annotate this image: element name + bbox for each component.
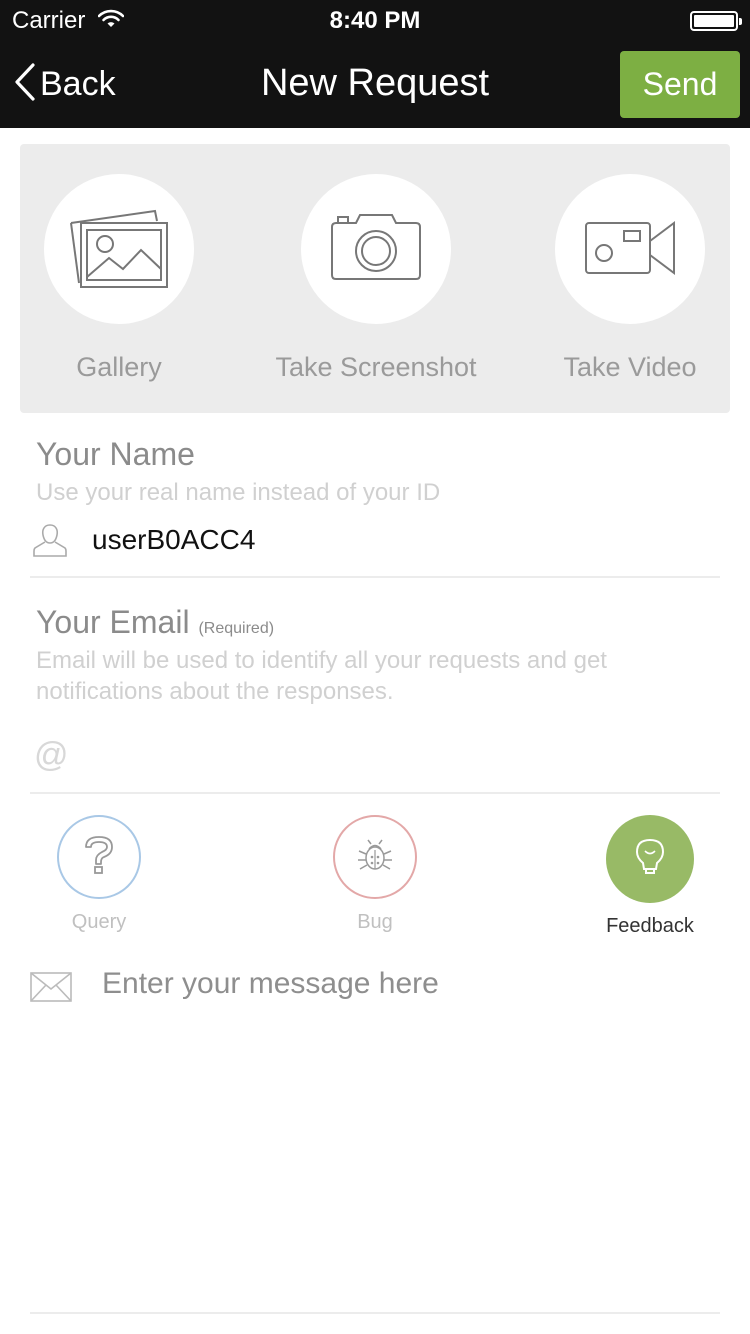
gallery-button[interactable]: Gallery [0, 174, 239, 383]
navigation-bar: Back New Request Send [0, 40, 750, 128]
gallery-label: Gallery [76, 352, 162, 382]
email-title: Your Email [36, 604, 190, 640]
type-bug-label: Bug [357, 911, 393, 933]
type-query-label: Query [71, 911, 127, 933]
status-bar: Carrier 8:40 PM [0, 0, 750, 40]
type-query[interactable]: Query [9, 815, 189, 934]
required-label: (Required) [198, 620, 275, 637]
at-icon: @ [34, 735, 69, 774]
camera-icon [330, 211, 422, 288]
divider [30, 1312, 720, 1314]
attachment-panel: Gallery Take Screenshot Take Video [20, 144, 730, 413]
name-section: Your Name Use your real name instead of … [36, 436, 440, 508]
divider [30, 576, 720, 578]
name-title: Your Name [36, 436, 195, 472]
take-screenshot-label: Take Screenshot [275, 352, 477, 382]
clock: 8:40 PM [329, 7, 421, 34]
gallery-icon [67, 203, 171, 296]
type-feedback-label: Feedback [606, 915, 694, 937]
bug-icon [356, 838, 394, 877]
take-video-button[interactable]: Take Video [510, 174, 750, 383]
email-section: Your Email (Required) Email will be used… [36, 604, 716, 707]
divider [30, 792, 720, 794]
lightbulb-icon [635, 838, 665, 881]
chevron-left-icon [14, 62, 36, 106]
email-input[interactable] [74, 739, 714, 771]
name-help-text: Use your real name instead of your ID [36, 479, 441, 506]
email-input-row: @ [34, 735, 714, 775]
type-bug[interactable]: Bug [285, 815, 465, 934]
back-button[interactable]: Back [14, 62, 116, 106]
send-button[interactable]: Send [620, 51, 740, 118]
envelope-icon [30, 972, 72, 1007]
battery-icon [690, 11, 742, 31]
type-feedback[interactable]: Feedback [560, 815, 740, 938]
message-area [30, 962, 720, 1312]
message-input[interactable] [102, 962, 717, 1302]
name-input[interactable]: userB0ACC4 [92, 524, 255, 556]
take-video-label: Take Video [563, 352, 697, 382]
question-icon [82, 835, 116, 880]
back-label: Back [40, 64, 116, 103]
email-help-text: Email will be used to identify all your … [36, 647, 607, 705]
take-screenshot-button[interactable]: Take Screenshot [256, 174, 496, 383]
person-icon [32, 522, 68, 563]
video-camera-icon [584, 217, 676, 282]
